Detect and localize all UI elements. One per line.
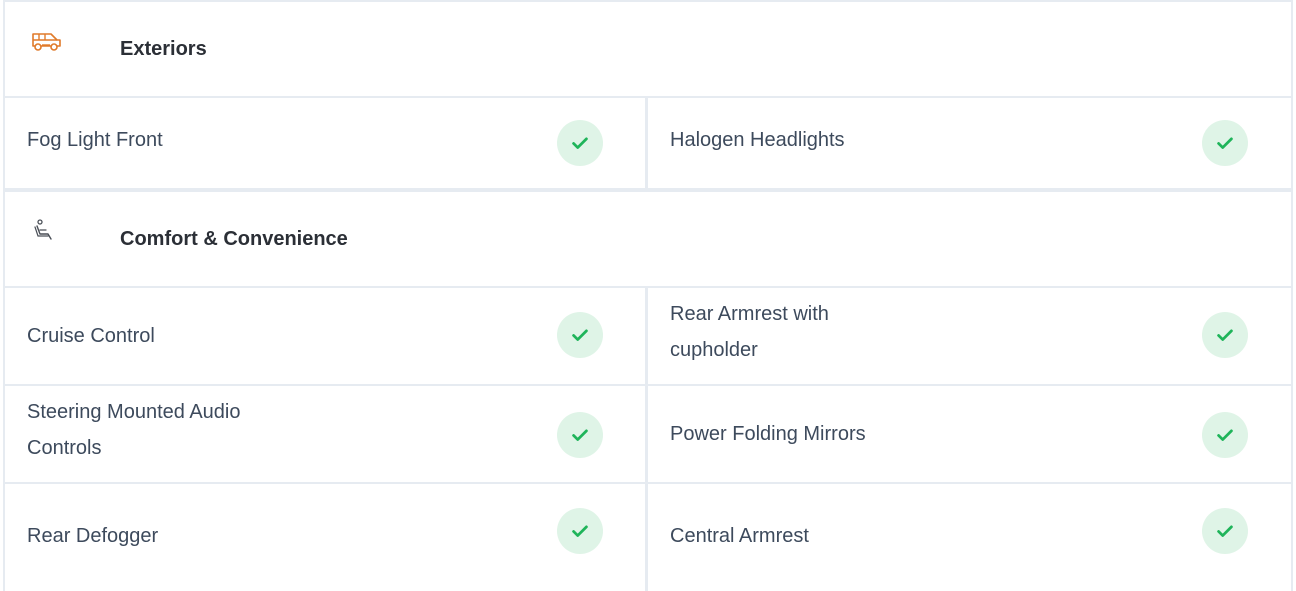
feature-cell: Steering Mounted Audio Controls bbox=[5, 386, 648, 482]
check-icon bbox=[1202, 312, 1248, 358]
feature-row: Fog Light Front Halogen Headlights bbox=[5, 98, 1291, 190]
feature-label: Central Armrest bbox=[670, 525, 809, 547]
check-icon bbox=[1202, 412, 1248, 458]
feature-label: Power Folding Mirrors bbox=[670, 423, 866, 445]
feature-label: Steering Mounted Audio Controls bbox=[27, 401, 241, 459]
feature-cell: Rear Armrest with cupholder bbox=[648, 288, 1291, 384]
feature-cell: Central Armrest bbox=[648, 484, 1291, 591]
car-icon bbox=[29, 28, 63, 52]
check-icon bbox=[557, 412, 603, 458]
section-header-comfort: Comfort & Convenience bbox=[5, 190, 1291, 288]
feature-cell: Fog Light Front bbox=[5, 98, 648, 188]
check-icon bbox=[1202, 120, 1248, 166]
feature-label: Rear Defogger bbox=[27, 525, 159, 547]
check-icon bbox=[557, 508, 603, 554]
check-icon bbox=[557, 120, 603, 166]
feature-label: Rear Armrest with cupholder bbox=[670, 303, 829, 361]
feature-cell: Halogen Headlights bbox=[648, 98, 1291, 188]
feature-label: Halogen Headlights bbox=[670, 129, 845, 151]
section-title: Comfort & Convenience bbox=[120, 227, 348, 250]
section-header-exteriors: Exteriors bbox=[5, 2, 1291, 98]
feature-cell: Rear Defogger bbox=[5, 484, 648, 591]
section-title: Exteriors bbox=[120, 37, 207, 60]
check-icon bbox=[1202, 508, 1248, 554]
feature-row: Rear Defogger Central Armrest bbox=[5, 484, 1291, 591]
feature-label: Cruise Control bbox=[27, 325, 155, 347]
feature-row: Steering Mounted Audio Controls Power Fo… bbox=[5, 386, 1291, 484]
seat-icon bbox=[29, 218, 63, 242]
feature-cell: Power Folding Mirrors bbox=[648, 386, 1291, 482]
feature-cell: Cruise Control bbox=[5, 288, 648, 384]
feature-label: Fog Light Front bbox=[27, 129, 163, 151]
features-panel: Exteriors Fog Light Front Halogen Headli… bbox=[3, 0, 1293, 591]
feature-row: Cruise Control Rear Armrest with cuphold… bbox=[5, 288, 1291, 386]
check-icon bbox=[557, 312, 603, 358]
